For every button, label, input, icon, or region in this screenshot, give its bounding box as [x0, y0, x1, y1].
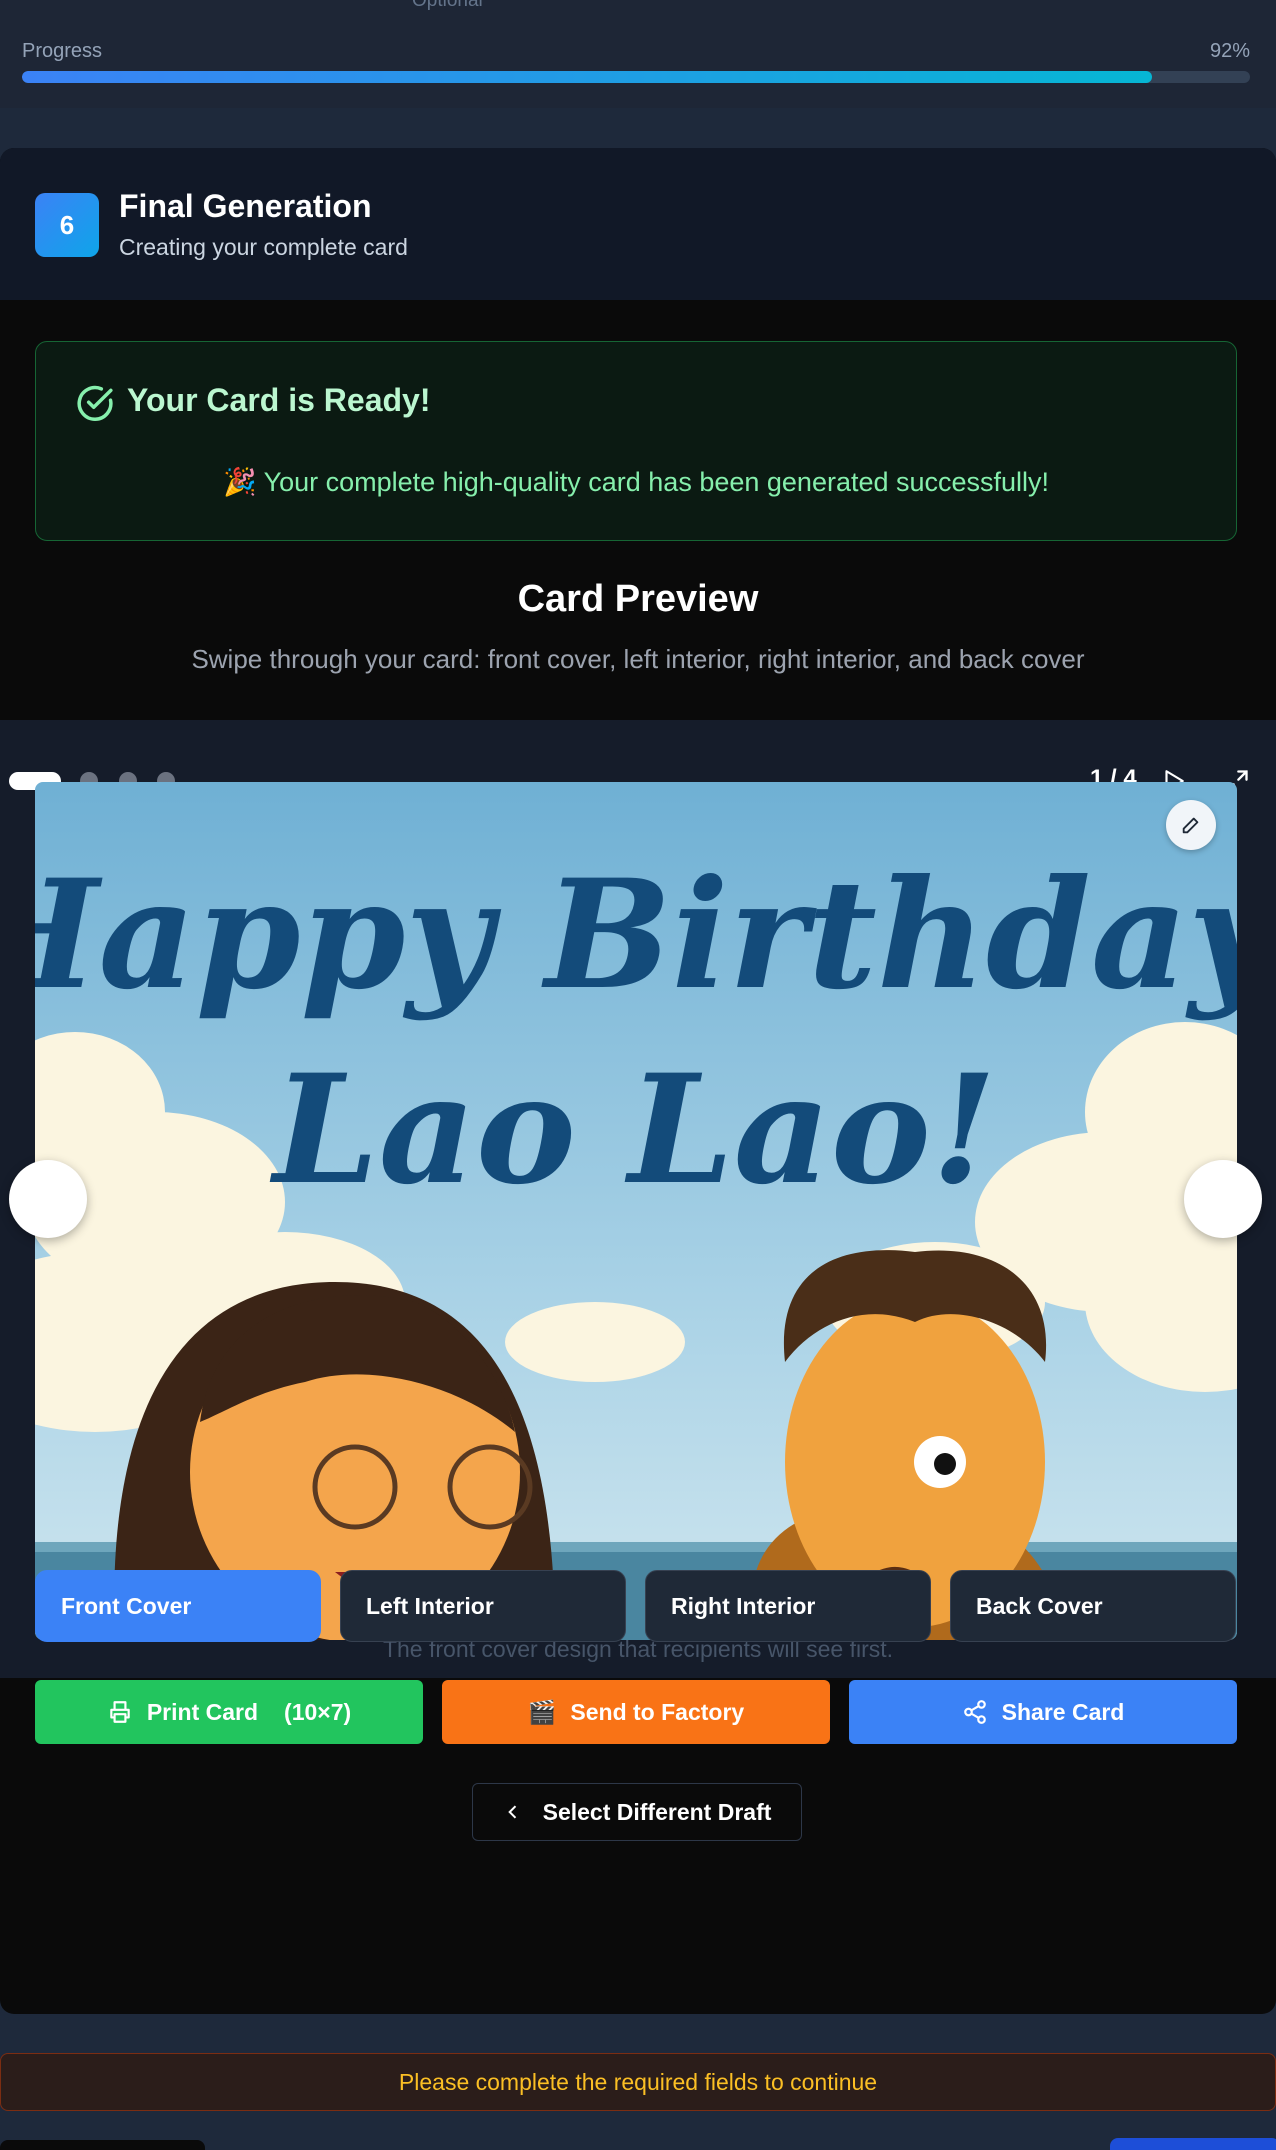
- send-to-factory-button[interactable]: 🎬 Send to Factory: [442, 1680, 830, 1744]
- next-slide-button[interactable]: [1184, 1160, 1262, 1238]
- share-icon: [963, 1700, 986, 1724]
- card-greeting-line2: Lao Lao!: [269, 1042, 997, 1218]
- step-subtitle: Creating your complete card: [119, 234, 408, 260]
- success-banner: Your Card is Ready! 🎉 Your complete high…: [35, 341, 1237, 541]
- step-title: Final Generation: [119, 188, 372, 224]
- card-front-image: Happy Birthday, Lao Lao!: [35, 782, 1237, 1640]
- success-message: 🎉 Your complete high-quality card has be…: [222, 467, 1050, 497]
- progress-percent: 92%: [1209, 40, 1250, 62]
- select-different-draft-label: Select Different Draft: [542, 1798, 772, 1825]
- footer-next-button[interactable]: [1110, 2138, 1276, 2150]
- preview-title: Card Preview: [517, 578, 759, 620]
- print-card-label: Print Card: [146, 1698, 259, 1725]
- tab-left-interior[interactable]: Left Interior: [340, 1570, 626, 1642]
- print-card-button[interactable]: Print Card (10×7): [35, 1680, 423, 1744]
- printer-icon: [110, 1701, 130, 1723]
- print-size-label: (10×7): [284, 1698, 352, 1725]
- progress-section: Optional Progress 92%: [0, 0, 1276, 108]
- check-circle-icon: [77, 385, 113, 421]
- optional-label: Optional: [412, 0, 483, 11]
- tab-back-cover[interactable]: Back Cover: [950, 1570, 1236, 1642]
- edit-button[interactable]: [1166, 800, 1216, 850]
- tab-right-interior[interactable]: Right Interior: [645, 1570, 931, 1642]
- step-header: 6 Final Generation Creating your complet…: [0, 148, 1276, 300]
- card-greeting-line1: Happy Birthday,: [35, 847, 1237, 1023]
- progress-fill: [22, 71, 1152, 83]
- footer-back-button[interactable]: [0, 2140, 205, 2150]
- tab-front-cover[interactable]: Front Cover: [35, 1570, 321, 1642]
- card-carousel[interactable]: 1 / 4 The front cover design that recipi…: [0, 720, 1276, 1678]
- progress-label: Progress: [22, 40, 103, 62]
- chevron-left-icon: [507, 1805, 516, 1819]
- pencil-icon: [1182, 817, 1199, 834]
- send-to-factory-label: Send to Factory: [570, 1698, 745, 1725]
- share-card-button[interactable]: Share Card: [849, 1680, 1237, 1744]
- clapper-icon: 🎬: [527, 1698, 557, 1725]
- select-different-draft-button[interactable]: Select Different Draft: [472, 1783, 802, 1841]
- page: Optional Progress 92% 6 Final Generation…: [0, 0, 1276, 2150]
- previous-slide-button[interactable]: [9, 1160, 87, 1238]
- preview-subtitle: Swipe through your card: front cover, le…: [191, 644, 1085, 674]
- progress-bar: [22, 71, 1250, 83]
- step-number-badge: 6: [35, 193, 99, 257]
- chevron-right-icon: [1219, 1191, 1228, 1207]
- required-fields-warning: Please complete the required fields to c…: [0, 2053, 1276, 2111]
- share-card-label: Share Card: [1001, 1698, 1125, 1725]
- chevron-left-icon: [43, 1191, 52, 1207]
- success-title: Your Card is Ready!: [127, 382, 431, 418]
